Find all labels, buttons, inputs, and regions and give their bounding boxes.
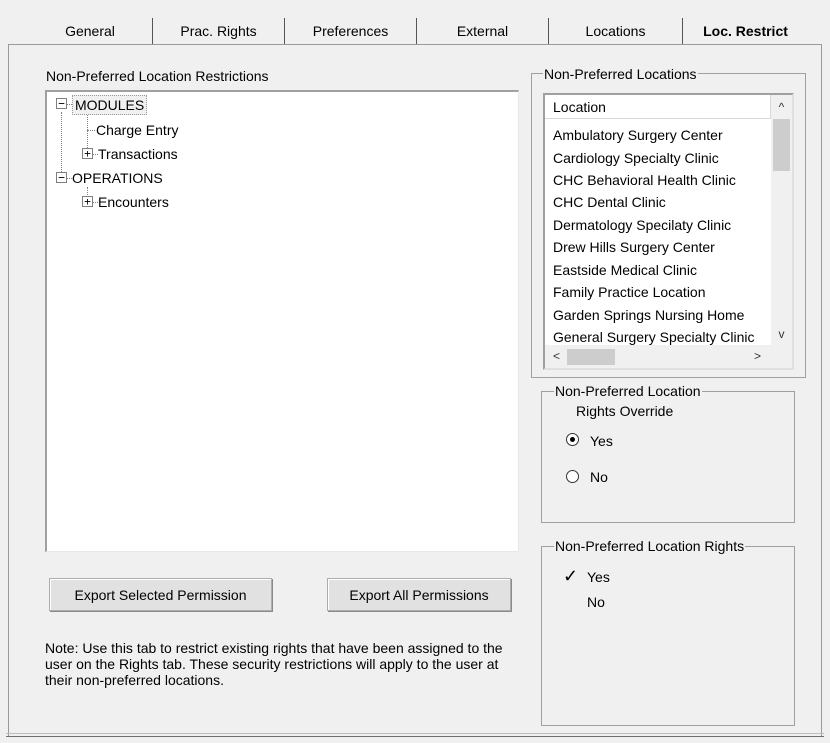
locations-group-title: Non-Preferred Locations [543, 66, 698, 82]
tab-general[interactable]: General [28, 18, 153, 44]
note-text: Note: Use this tab to restrict existing … [45, 640, 503, 688]
override-group-subtitle: Rights Override [576, 403, 674, 419]
scroll-thumb[interactable] [567, 349, 615, 365]
scroll-down-icon[interactable]: v [773, 327, 790, 341]
list-item[interactable]: CHC Behavioral Health Clinic [553, 169, 771, 191]
collapse-icon[interactable]: − [56, 172, 67, 183]
collapse-icon[interactable]: − [56, 98, 67, 109]
tree-node-transactions[interactable]: Transactions [98, 145, 178, 163]
tab-external[interactable]: External [417, 18, 549, 44]
vertical-scrollbar[interactable]: ^ v [771, 95, 792, 345]
override-no-label[interactable]: No [590, 469, 608, 485]
restrictions-title: Non-Preferred Location Restrictions [46, 68, 269, 84]
tab-prac-rights[interactable]: Prac. Rights [153, 18, 285, 44]
rights-no-item[interactable]: No [587, 594, 605, 610]
expand-icon[interactable]: + [82, 196, 93, 207]
tab-loc-restrict[interactable]: Loc. Restrict [683, 18, 808, 44]
list-item[interactable]: Family Practice Location [553, 281, 771, 303]
export-all-button[interactable]: Export All Permissions [327, 578, 511, 611]
override-yes-label[interactable]: Yes [590, 433, 613, 449]
list-item[interactable]: Drew Hills Surgery Center [553, 236, 771, 258]
list-item[interactable]: Dermatology Specilaty Clinic [553, 214, 771, 236]
panel-bottom-edge [6, 733, 824, 737]
scroll-thumb[interactable] [773, 119, 790, 171]
list-item[interactable]: Cardiology Specialty Clinic [553, 147, 771, 169]
horizontal-scrollbar[interactable]: < > [545, 345, 792, 368]
tree-node-encounters[interactable]: Encounters [98, 193, 169, 211]
tree-node-operations[interactable]: OPERATIONS [72, 169, 163, 187]
checkmark-icon: ✓ [563, 566, 579, 586]
scroll-right-icon[interactable]: > [749, 349, 766, 363]
column-header-location[interactable]: Location [545, 95, 771, 119]
override-group-title: Non-Preferred Location [554, 383, 702, 399]
tree-node-charge-entry[interactable]: Charge Entry [96, 121, 178, 139]
expand-icon[interactable]: + [82, 148, 93, 159]
override-yes-radio[interactable] [566, 433, 579, 446]
tree-node-modules[interactable]: MODULES [72, 95, 148, 115]
list-item[interactable]: Eastside Medical Clinic [553, 259, 771, 281]
rights-yes-item[interactable]: Yes [587, 569, 610, 585]
rights-group-title: Non-Preferred Location Rights [554, 538, 746, 554]
scroll-up-icon[interactable]: ^ [773, 100, 790, 114]
list-item[interactable]: Garden Springs Nursing Home [553, 304, 771, 326]
tree-line [87, 130, 95, 131]
rights-group [541, 546, 795, 726]
locations-list[interactable]: Location Ambulatory Surgery Center Cardi… [543, 93, 794, 370]
list-item[interactable]: CHC Dental Clinic [553, 191, 771, 213]
override-no-radio[interactable] [566, 470, 579, 483]
export-selected-button[interactable]: Export Selected Permission [49, 578, 272, 611]
tab-preferences[interactable]: Preferences [285, 18, 417, 44]
tab-locations[interactable]: Locations [549, 18, 683, 44]
scroll-left-icon[interactable]: < [548, 349, 565, 363]
list-item[interactable]: Ambulatory Surgery Center [553, 124, 771, 146]
tab-bar: General Prac. Rights Preferences Externa… [28, 18, 808, 44]
restrictions-tree[interactable]: − MODULES Charge Entry + Transactions − … [45, 90, 519, 552]
